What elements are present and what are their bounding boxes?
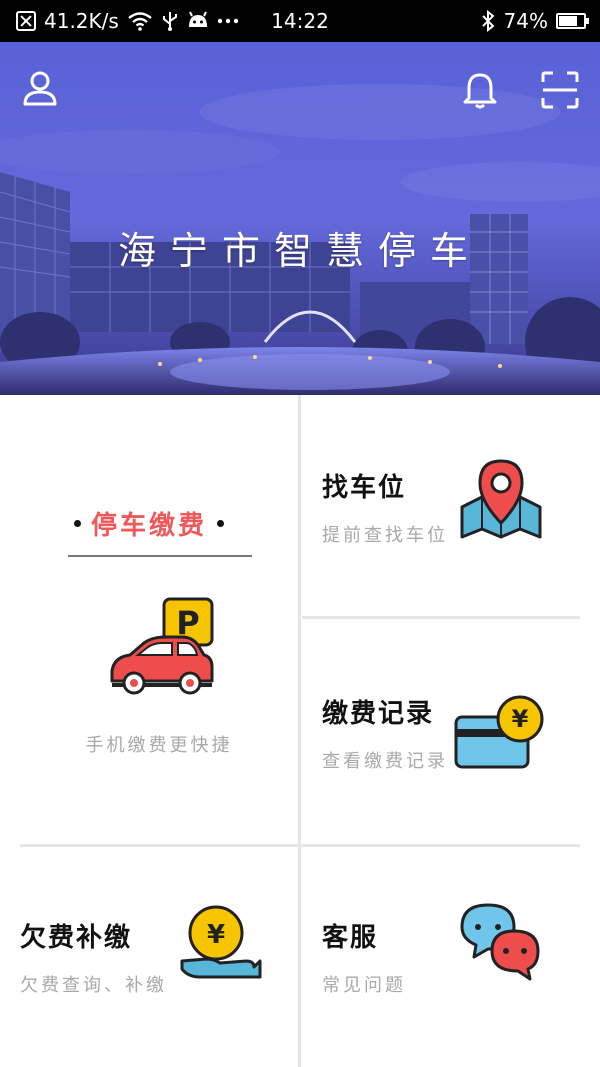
tile-find-title: 找车位 (322, 473, 407, 503)
tile-records-subtitle: 查看缴费记录 (322, 751, 448, 772)
battery-icon (556, 13, 589, 29)
scan-icon (541, 71, 579, 109)
map-pin-icon (460, 459, 542, 539)
tile-arrears-subtitle: 欠费查询、补缴 (20, 975, 167, 996)
status-bar: 41.2K/s 14:22 74% (0, 0, 600, 42)
bluetooth-icon (481, 10, 495, 32)
tile-find-subtitle: 提前查找车位 (322, 525, 448, 546)
feature-grid: 停车缴费 P 手机缴费更快捷 找车位 提前查找车位 缴费记录 查看缴费记录 ¥ … (0, 395, 600, 1067)
status-right: 74% (480, 0, 589, 42)
svg-text:¥: ¥ (512, 705, 529, 733)
battery-level (559, 16, 577, 26)
tile-customer-service[interactable]: 客服 常见问题 (302, 847, 580, 1067)
bullet-dot (217, 520, 224, 527)
tile-records-title: 缴费记录 (322, 699, 435, 729)
tile-pay-title: 停车缴费 (90, 511, 207, 541)
card-yen-icon: ¥ (454, 695, 544, 769)
tile-payment-records[interactable]: 缴费记录 查看缴费记录 ¥ (302, 619, 580, 844)
profile-button[interactable] (18, 66, 62, 110)
tile-service-subtitle: 常见问题 (322, 975, 406, 996)
battery-percent: 74% (503, 9, 548, 33)
network-speed: 41.2K/s (44, 9, 119, 33)
status-left: 41.2K/s (16, 0, 239, 42)
notifications-button[interactable] (458, 68, 502, 112)
more-icon (217, 18, 239, 24)
scan-button[interactable] (538, 68, 582, 112)
usb-icon (162, 12, 177, 31)
tile-pay-underline (68, 555, 252, 557)
tile-arrears-title: 欠费补缴 (20, 923, 133, 953)
tile-arrears-payment[interactable]: 欠费补缴 欠费查询、补缴 ¥ (0, 847, 298, 1067)
tile-service-title: 客服 (322, 923, 379, 953)
bell-icon (463, 73, 497, 109)
android-icon (188, 11, 207, 27)
bullet-dot (73, 520, 81, 527)
tile-pay-subtitle: 手机缴费更快捷 (85, 735, 233, 756)
hand-yen-icon: ¥ (180, 905, 262, 979)
tile-parking-payment[interactable]: 停车缴费 P 手机缴费更快捷 (0, 395, 298, 844)
notification-close-icon (16, 11, 36, 31)
tile-pay-title-row: 停车缴费 (0, 505, 298, 542)
app-title: 海宁市智慧停车 (117, 229, 482, 273)
city-night-illustration (0, 42, 600, 395)
svg-text:¥: ¥ (207, 920, 225, 950)
tile-find-parking[interactable]: 找车位 提前查找车位 (302, 395, 580, 616)
hero-banner: 海宁市智慧停车 (0, 42, 600, 395)
car-parking-icon: P (110, 597, 214, 695)
wifi-icon (128, 12, 152, 31)
user-icon (23, 71, 57, 106)
chat-bubbles-icon (460, 903, 540, 981)
